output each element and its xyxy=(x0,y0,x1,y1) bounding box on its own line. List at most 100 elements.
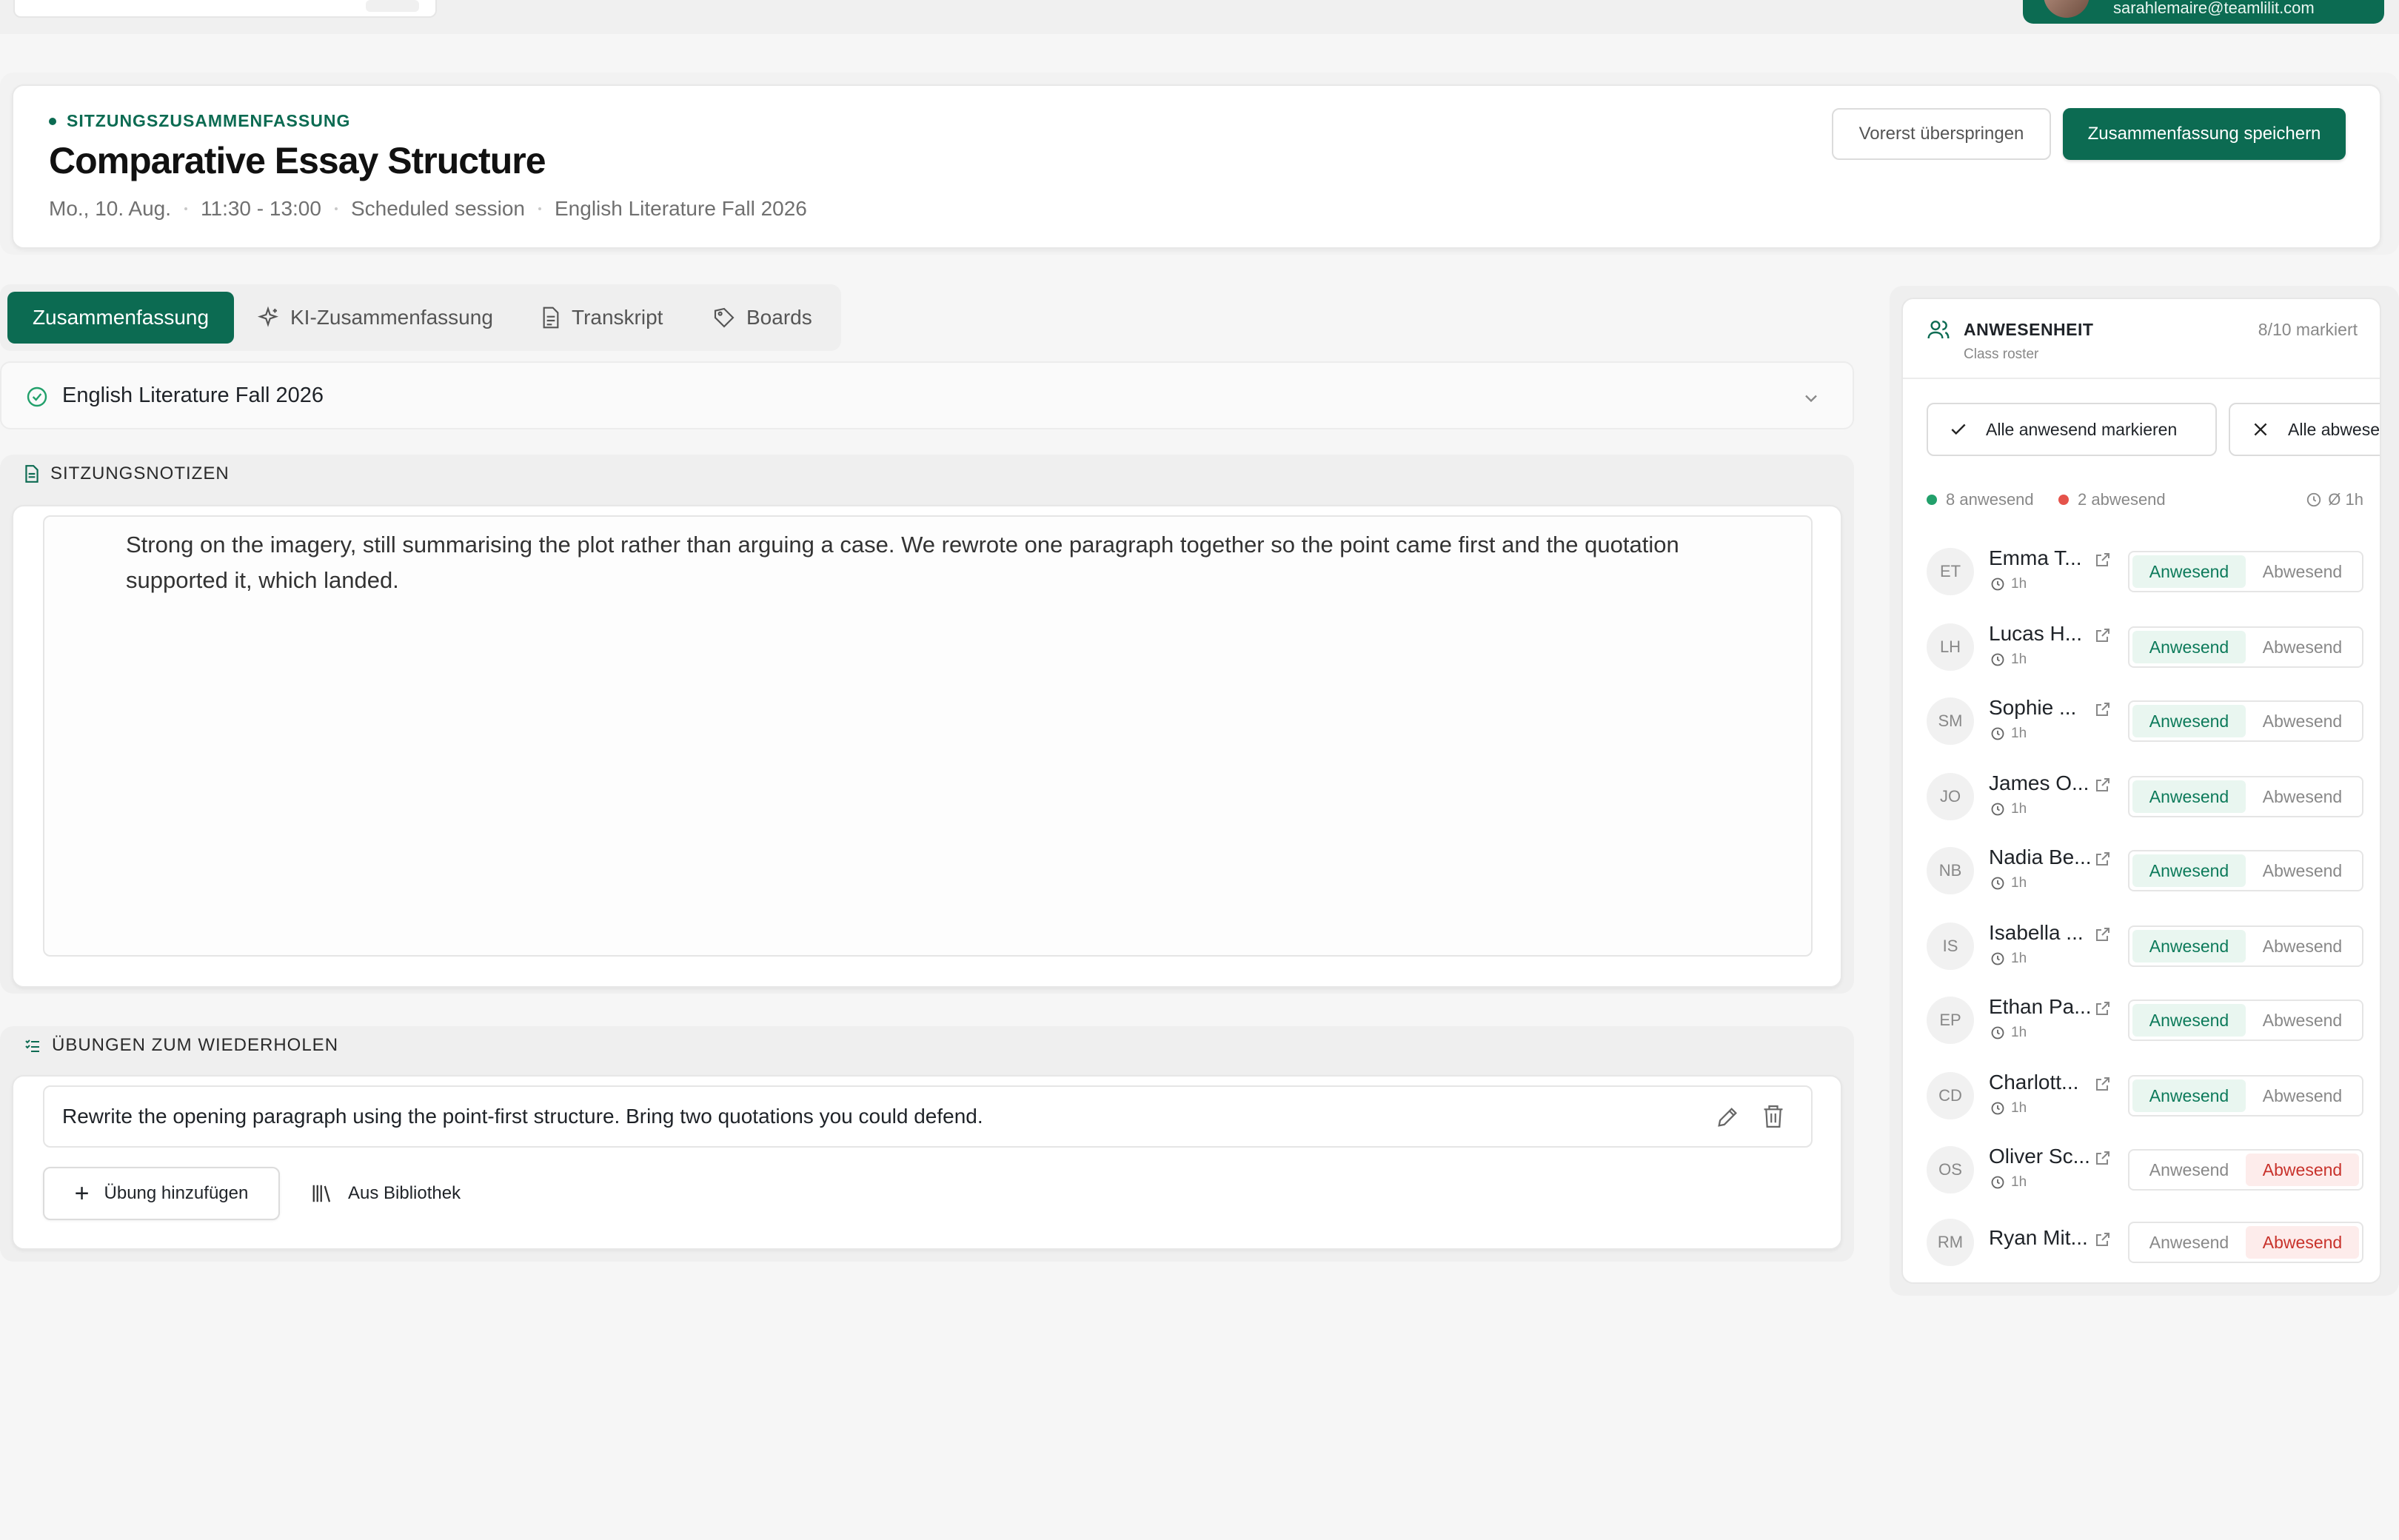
student-name[interactable]: Charlott... xyxy=(1989,1071,2078,1094)
page-title: Comparative Essay Structure xyxy=(49,140,546,181)
present-option[interactable]: Anwesend xyxy=(2132,1154,2246,1186)
mark-all-absent-button[interactable]: Alle abwesend xyxy=(2229,403,2380,456)
student-row: NB Nadia Be... 1h Anwesend Abwesend xyxy=(1927,841,2363,900)
absent-option[interactable]: Abwesend xyxy=(2246,930,2359,962)
absent-option[interactable]: Abwesend xyxy=(2246,705,2359,737)
attendance-count: 8/10 markiert xyxy=(2258,320,2358,339)
external-link-icon[interactable] xyxy=(2094,925,2112,943)
external-link-icon[interactable] xyxy=(2094,776,2112,794)
avg-duration: Ø 1h xyxy=(2328,490,2363,509)
attendance-subtitle: Class roster xyxy=(1964,346,2039,362)
external-link-icon[interactable] xyxy=(2094,850,2112,868)
external-link-icon[interactable] xyxy=(2094,1075,2112,1093)
present-option[interactable]: Anwesend xyxy=(2132,631,2246,663)
student-row: RM Ryan Mit... Anwesend Abwesend xyxy=(1927,1213,2363,1272)
student-avatar: LH xyxy=(1927,623,1974,671)
absent-option[interactable]: Abwesend xyxy=(2246,555,2359,588)
student-avatar: JO xyxy=(1927,773,1974,820)
present-option[interactable]: Anwesend xyxy=(2132,1079,2246,1112)
present-option[interactable]: Anwesend xyxy=(2132,780,2246,813)
add-exercise-button[interactable]: + Übung hinzufügen xyxy=(43,1167,280,1220)
present-option[interactable]: Anwesend xyxy=(2132,555,2246,588)
trash-icon[interactable] xyxy=(1761,1103,1786,1130)
notes-textarea[interactable]: Strong on the imagery, still summarising… xyxy=(43,515,1813,957)
session-type: Scheduled session xyxy=(350,197,525,220)
user-menu[interactable]: sarahlemaire@teamlilit.com xyxy=(2023,0,2384,24)
clock-icon xyxy=(1991,653,2004,666)
student-duration: 1h xyxy=(1990,1025,2027,1041)
student-avatar: ET xyxy=(1927,548,1974,595)
student-row: IS Isabella ... 1h Anwesend Abwesend xyxy=(1927,917,2363,976)
duration-text: 1h xyxy=(2011,652,2027,667)
student-name[interactable]: Nadia Be... xyxy=(1989,846,2092,869)
attendance-title: ANWESENHEIT xyxy=(1964,320,2094,339)
notes-text: Strong on the imagery, still summarising… xyxy=(126,532,1679,593)
student-name[interactable]: Ryan Mit... xyxy=(1989,1226,2088,1250)
session-date: Mo., 10. Aug. xyxy=(49,197,171,220)
library-button[interactable]: Aus Bibliothek xyxy=(311,1167,489,1220)
student-name[interactable]: Isabella ... xyxy=(1989,921,2084,945)
absent-count: 2 abwesend xyxy=(2078,490,2166,509)
student-name[interactable]: Emma T... xyxy=(1989,546,2082,570)
pencil-icon[interactable] xyxy=(1715,1105,1740,1130)
external-link-icon[interactable] xyxy=(2094,700,2112,718)
external-link-icon[interactable] xyxy=(2094,1149,2112,1167)
student-row: SM Sophie ... 1h Anwesend Abwesend xyxy=(1927,692,2363,751)
student-name[interactable]: Oliver Sc... xyxy=(1989,1145,2090,1168)
external-link-icon[interactable] xyxy=(2094,1231,2112,1248)
student-name[interactable]: Sophie ... xyxy=(1989,696,2076,720)
tab-summary[interactable]: Zusammenfassung xyxy=(7,292,234,344)
student-duration: 1h xyxy=(1990,1100,2027,1116)
exercises-title: ÜBUNGEN ZUM WIEDERHOLEN xyxy=(24,1035,338,1056)
external-link-icon[interactable] xyxy=(2094,626,2112,644)
exercises-title-text: ÜBUNGEN ZUM WIEDERHOLEN xyxy=(52,1035,339,1055)
external-link-icon[interactable] xyxy=(2094,1000,2112,1017)
course-label: English Literature Fall 2026 xyxy=(62,384,324,407)
skip-button[interactable]: Vorerst überspringen xyxy=(1832,108,2051,160)
exercise-item[interactable]: Rewrite the opening paragraph using the … xyxy=(43,1085,1813,1148)
student-avatar: RM xyxy=(1927,1219,1974,1266)
student-name[interactable]: Lucas H... xyxy=(1989,622,2082,646)
kicker-dot xyxy=(49,117,56,125)
session-header: SITZUNGSZUSAMMENFASSUNG Comparative Essa… xyxy=(12,84,2381,249)
present-option[interactable]: Anwesend xyxy=(2132,1226,2246,1259)
mark-all-present-button[interactable]: Alle anwesend markieren xyxy=(1927,403,2217,456)
absent-option[interactable]: Abwesend xyxy=(2246,1004,2359,1037)
present-option[interactable]: Anwesend xyxy=(2132,705,2246,737)
student-row: LH Lucas H... 1h Anwesend Abwesend xyxy=(1927,617,2363,677)
tab-boards[interactable]: Boards xyxy=(712,292,831,344)
top-search-card[interactable] xyxy=(13,0,437,18)
student-avatar: IS xyxy=(1927,923,1974,970)
absent-option[interactable]: Abwesend xyxy=(2246,1154,2359,1186)
separator-dot xyxy=(538,207,541,210)
absent-option[interactable]: Abwesend xyxy=(2246,1079,2359,1112)
present-stat: 8 anwesend xyxy=(1927,490,2034,509)
present-option[interactable]: Anwesend xyxy=(2132,930,2246,962)
absent-stat: 2 abwesend xyxy=(2058,490,2166,509)
student-duration: 1h xyxy=(1990,801,2027,817)
course-select[interactable]: English Literature Fall 2026 xyxy=(0,361,1854,429)
duration-text: 1h xyxy=(2011,1174,2027,1190)
absent-dot xyxy=(2058,495,2069,505)
user-email: sarahlemaire@teamlilit.com xyxy=(2113,0,2315,17)
external-link-icon[interactable] xyxy=(2094,551,2112,569)
student-duration: 1h xyxy=(1990,1174,2027,1191)
absent-option[interactable]: Abwesend xyxy=(2246,631,2359,663)
student-name[interactable]: James O... xyxy=(1989,771,2089,795)
student-duration: 1h xyxy=(1990,652,2027,668)
clock-icon xyxy=(1991,877,2004,890)
absent-option[interactable]: Abwesend xyxy=(2246,780,2359,813)
present-option[interactable]: Anwesend xyxy=(2132,1004,2246,1037)
tab-ai-summary[interactable]: KI-Zusammenfassung xyxy=(256,292,501,344)
plus-icon: + xyxy=(74,1179,90,1208)
student-avatar: NB xyxy=(1927,847,1974,894)
student-name[interactable]: Ethan Pa... xyxy=(1989,995,2092,1019)
absent-option[interactable]: Abwesend xyxy=(2246,1226,2359,1259)
student-duration: 1h xyxy=(1990,726,2027,742)
attendance-card: ANWESENHEIT Class roster 8/10 markiert A… xyxy=(1901,298,2381,1284)
present-dot xyxy=(1927,495,1937,505)
tab-transcript[interactable]: Transkript xyxy=(541,292,674,344)
present-option[interactable]: Anwesend xyxy=(2132,854,2246,887)
absent-option[interactable]: Abwesend xyxy=(2246,854,2359,887)
save-summary-button[interactable]: Zusammenfassung speichern xyxy=(2063,108,2346,160)
